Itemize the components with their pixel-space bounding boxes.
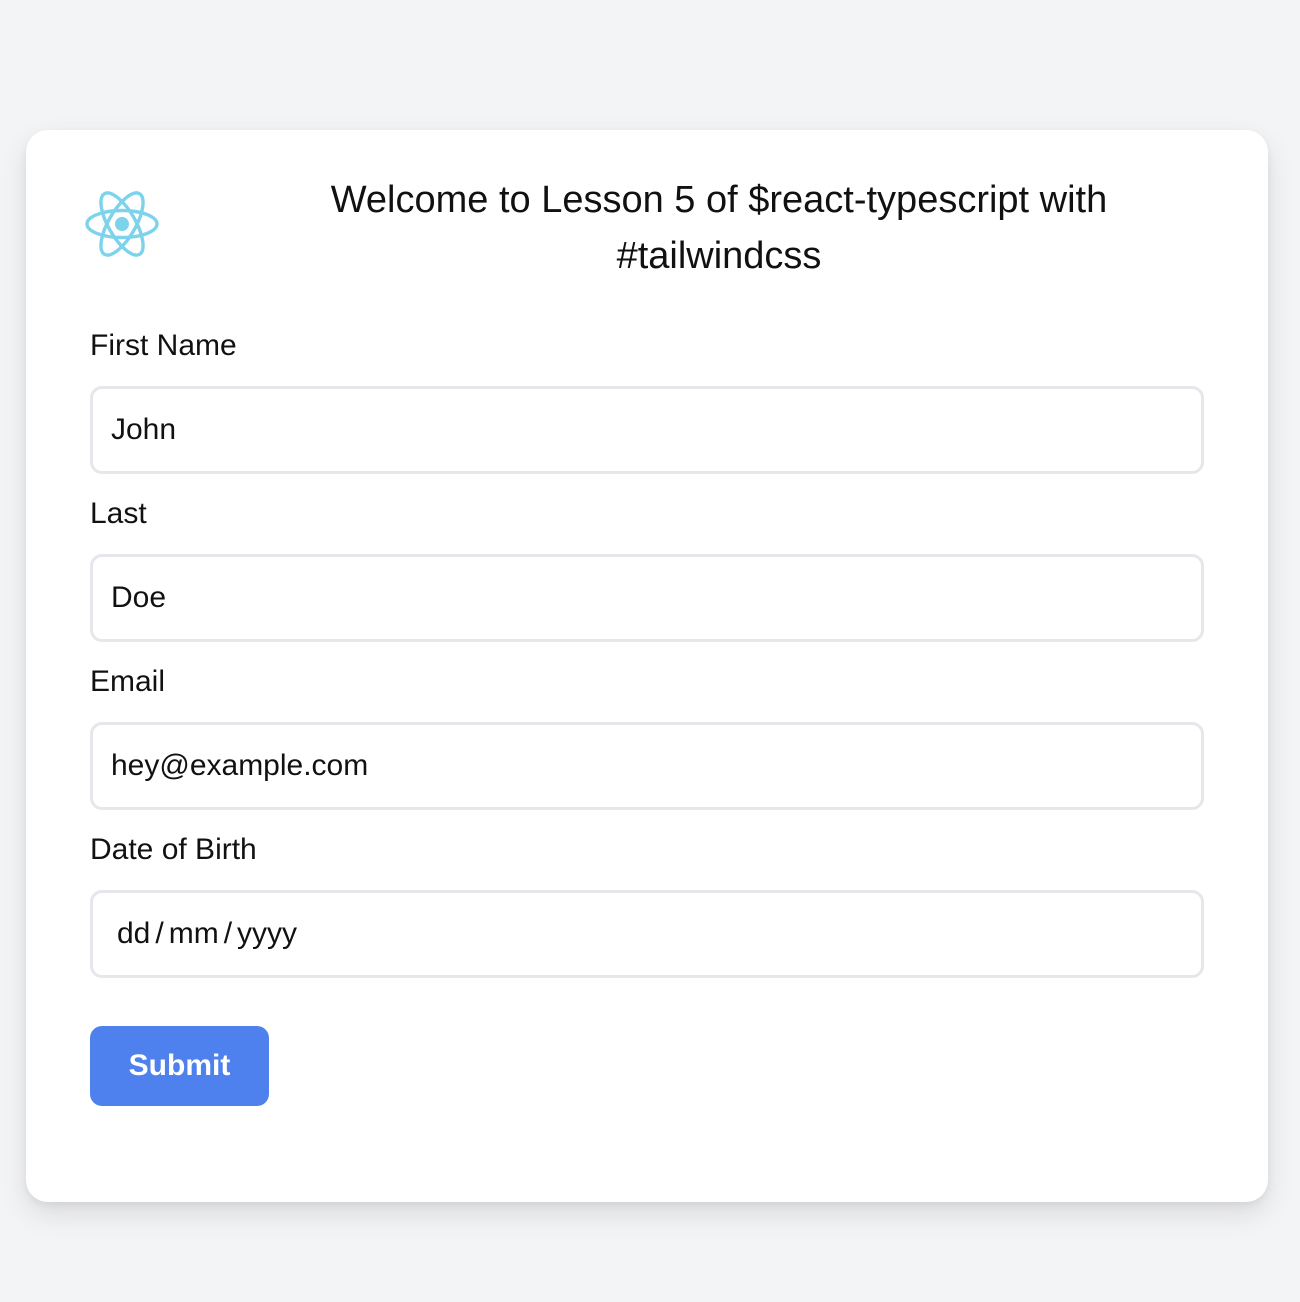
dob-day-segment[interactable]: dd: [117, 917, 150, 951]
last-name-label: Last: [90, 497, 147, 530]
first-name-input[interactable]: [90, 386, 1204, 474]
page-title: Welcome to Lesson 5 of $react-typescript…: [330, 179, 1108, 277]
date-of-birth-input[interactable]: dd / mm / yyyy: [90, 890, 1204, 978]
last-name-input[interactable]: [90, 554, 1204, 642]
email-label: Email: [90, 665, 166, 698]
date-of-birth-group: Date of Birth dd / mm / yyyy: [90, 832, 1204, 978]
card-header: Welcome to Lesson 5 of $react-typescript…: [26, 130, 1268, 300]
dob-separator: /: [223, 917, 233, 950]
react-atom-icon: [84, 186, 160, 262]
date-of-birth-label: Date of Birth: [90, 833, 257, 866]
dob-separator: /: [155, 917, 164, 950]
first-name-label: First Name: [90, 329, 237, 362]
submit-button[interactable]: Submit: [90, 1026, 269, 1106]
form-card: Welcome to Lesson 5 of $react-typescript…: [26, 130, 1268, 1202]
dob-year-segment[interactable]: yyyy: [237, 917, 297, 951]
dob-month-segment[interactable]: mm: [169, 917, 219, 951]
first-name-group: First Name: [90, 328, 1204, 474]
email-input[interactable]: [90, 722, 1204, 810]
last-name-group: Last: [90, 496, 1204, 642]
email-group: Email: [90, 664, 1204, 810]
